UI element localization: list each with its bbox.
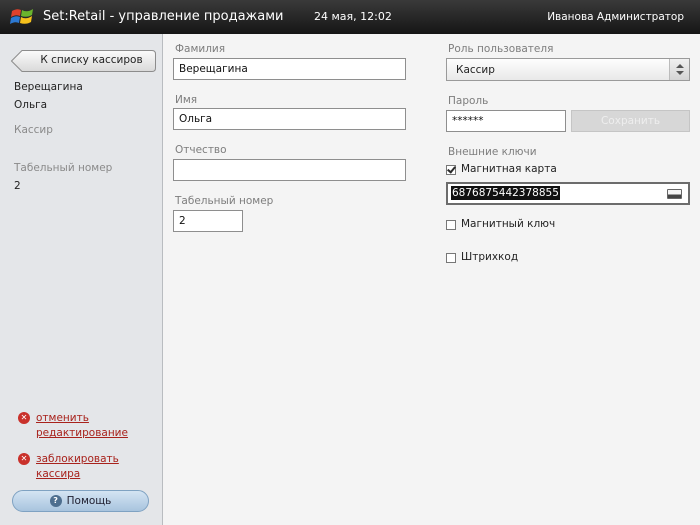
- role-label: Роль пользователя: [448, 43, 554, 55]
- tabel-number-value: 2: [14, 180, 21, 192]
- magnetic-key-checkbox[interactable]: [446, 220, 456, 230]
- barcode-label: Штрихкод: [461, 251, 519, 263]
- last-name-label: Фамилия: [175, 43, 226, 55]
- datetime: 24 мая, 12:02: [314, 10, 392, 23]
- cancel-edit-line2: редактирование: [36, 427, 128, 439]
- block-icon: ✕: [18, 453, 30, 465]
- magnetic-card-checkbox[interactable]: [446, 165, 456, 175]
- help-icon: ?: [49, 495, 62, 507]
- magnetic-card-value: 6876875442378855: [451, 186, 560, 200]
- external-keys-label: Внешние ключи: [448, 146, 537, 158]
- tabel-number-field-label: Табельный номер: [175, 195, 274, 207]
- app-header: Set:Retail - управление продажами 24 мая…: [0, 0, 700, 34]
- cancel-edit-line1: отменить: [36, 412, 89, 424]
- back-button-label: К списку кассиров: [40, 54, 143, 66]
- windows-logo-icon: [10, 9, 33, 24]
- block-cashier-text[interactable]: заблокировать кассира: [36, 452, 162, 482]
- middle-name-input[interactable]: [173, 159, 406, 181]
- help-button[interactable]: ? Помощь: [12, 490, 149, 512]
- middle-name-label: Отчество: [175, 144, 227, 156]
- block-cashier-link[interactable]: ✕ заблокировать кассира: [18, 452, 162, 482]
- current-user: Иванова Администратор: [547, 11, 684, 23]
- magnetic-key-label: Магнитный ключ: [461, 218, 556, 230]
- save-password-button[interactable]: Сохранить: [571, 110, 690, 132]
- cancel-edit-link[interactable]: ✕ отменить редактирование: [18, 411, 128, 441]
- role-select-value: Кассир: [456, 64, 495, 76]
- tabel-number-input[interactable]: 2: [173, 210, 243, 232]
- card-reader-icon[interactable]: [667, 189, 682, 199]
- last-name-input[interactable]: Верещагина: [173, 58, 406, 80]
- help-label: Помощь: [66, 495, 112, 507]
- first-name-input[interactable]: Ольга: [173, 108, 406, 130]
- chevron-up-icon: [676, 64, 684, 68]
- app-title: Set:Retail - управление продажами: [43, 9, 284, 24]
- cancel-icon: ✕: [18, 412, 30, 424]
- tabel-number-label: Табельный номер: [14, 162, 113, 174]
- barcode-checkbox[interactable]: [446, 253, 456, 263]
- password-label: Пароль: [448, 95, 489, 107]
- magnetic-card-label: Магнитная карта: [461, 163, 557, 175]
- first-name-label: Имя: [175, 94, 198, 106]
- role-select[interactable]: Кассир: [446, 58, 690, 81]
- back-to-cashiers-button[interactable]: К списку кассиров: [11, 50, 156, 72]
- sidebar: К списку кассиров Верещагина Ольга Касси…: [0, 34, 163, 525]
- password-input[interactable]: ******: [446, 110, 566, 132]
- cashier-first-name: Ольга: [14, 99, 48, 111]
- role-select-spinner[interactable]: [669, 59, 689, 80]
- chevron-down-icon: [676, 71, 684, 75]
- cashier-role: Кассир: [14, 124, 53, 136]
- cashier-last-name: Верещагина: [14, 81, 83, 93]
- cancel-edit-text[interactable]: отменить редактирование: [36, 411, 128, 441]
- magnetic-card-input[interactable]: 6876875442378855: [446, 182, 690, 205]
